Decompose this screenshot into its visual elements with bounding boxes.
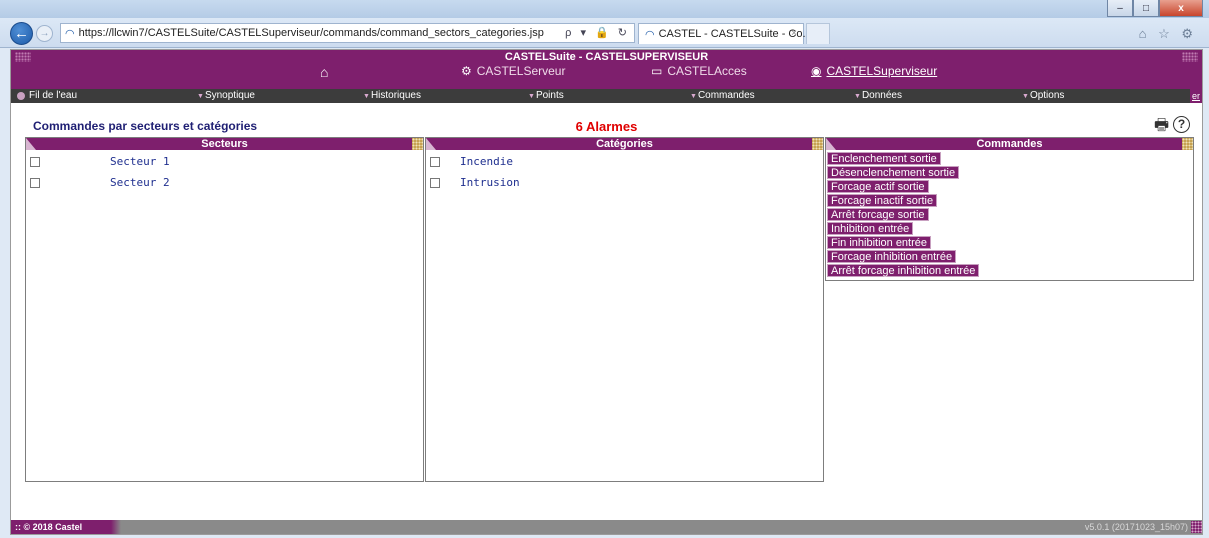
resize-grip-icon[interactable] xyxy=(1182,138,1193,150)
app-header: CASTELSuite - CASTELSUPERVISEUR ⌂ ⚙ CAST… xyxy=(11,50,1202,90)
panel-title: Catégories xyxy=(596,138,653,150)
module-bar: ⚙ CASTELServeur ▭ CASTELAcces ◉ CASTELSu… xyxy=(11,64,1202,80)
window-titlebar: – □ x xyxy=(0,0,1209,18)
menu-synoptique[interactable]: ▼Synoptique xyxy=(197,89,255,103)
categories-panel: Catégories Incendie Intrusion xyxy=(425,137,824,482)
eye-icon: ◉ xyxy=(811,64,822,78)
list-item[interactable]: Incendie xyxy=(426,155,823,169)
resize-grip-icon[interactable] xyxy=(412,138,423,150)
chevron-down-icon: ▼ xyxy=(1022,93,1029,100)
command-button[interactable]: Forcage actif sortie xyxy=(827,180,929,193)
chevron-down-icon: ▼ xyxy=(528,93,535,100)
chevron-down-icon: ▼ xyxy=(363,93,370,100)
chevron-down-icon: ▼ xyxy=(854,93,861,100)
tab-title: CASTEL - CASTELSuite - Co... xyxy=(658,28,812,40)
browser-navbar: ← → ◠ https://llcwin7/CASTELSuite/CASTEL… xyxy=(0,18,1209,48)
menu-historiques[interactable]: ▼Historiques xyxy=(363,89,421,103)
list-item[interactable]: Secteur 1 xyxy=(26,155,423,169)
new-tab-button[interactable] xyxy=(806,23,830,44)
browser-tab[interactable]: ◠ CASTEL - CASTELSuite - Co... × xyxy=(638,23,812,44)
sectors-panel-header: Secteurs xyxy=(26,138,423,150)
command-button[interactable]: Arrêt forcage inhibition entrée xyxy=(827,264,980,277)
command-button[interactable]: Fin inhibition entrée xyxy=(827,236,932,249)
arrow-left-icon: ← xyxy=(14,25,29,42)
sector-label[interactable]: Secteur 1 xyxy=(110,155,170,169)
command-button[interactable]: Forcage inactif sortie xyxy=(827,194,938,207)
menu-label: Historiques xyxy=(370,90,421,101)
commands-panel-header: Commandes xyxy=(826,138,1193,150)
categories-panel-header: Catégories xyxy=(426,138,823,150)
arrow-right-icon: → xyxy=(39,28,50,39)
page-title: Commandes par secteurs et catégories xyxy=(33,119,258,133)
module-label: CASTELSuperviseur xyxy=(826,64,938,78)
maximize-button[interactable]: □ xyxy=(1133,0,1159,17)
url-text[interactable]: https://llcwin7/CASTELSuite/CASTELSuperv… xyxy=(79,27,544,39)
gears-icon: ⚙ xyxy=(461,64,472,78)
forward-button[interactable]: → xyxy=(36,25,53,42)
list-item[interactable]: Intrusion xyxy=(426,176,823,190)
site-icon: ◠ xyxy=(65,27,75,40)
chevron-down-icon: ▼ xyxy=(197,93,204,100)
minimize-button[interactable]: – xyxy=(1107,0,1133,17)
module-castelsuperviseur[interactable]: ◉ CASTELSuperviseur xyxy=(811,64,937,78)
command-button[interactable]: Inhibition entrée xyxy=(827,222,914,235)
resize-grip-icon[interactable] xyxy=(812,138,823,150)
command-button[interactable]: Enclenchement sortie xyxy=(827,152,941,165)
command-button[interactable]: Arrêt forcage sortie xyxy=(827,208,929,221)
menu-label: Points xyxy=(535,90,564,101)
sectors-panel: Secteurs Secteur 1 Secteur 2 xyxy=(25,137,424,482)
close-button[interactable]: x xyxy=(1159,0,1203,17)
module-castelserveur[interactable]: ⚙ CASTELServeur xyxy=(461,64,565,78)
browser-toolbar-icons[interactable]: ⌂ ☆ ⚙ xyxy=(1139,26,1197,42)
menu-label: Données xyxy=(861,90,902,101)
module-castelacces[interactable]: ▭ CASTELAcces xyxy=(651,64,747,78)
panel-title: Commandes xyxy=(976,138,1043,150)
menu-end-link[interactable]: er xyxy=(1190,89,1202,103)
copyright-text: :: © 2018 Castel xyxy=(15,522,83,532)
card-reader-icon: ▭ xyxy=(651,64,663,78)
help-icon[interactable]: ? xyxy=(1173,116,1190,133)
tab-close-icon[interactable]: × xyxy=(791,28,797,39)
sector-label[interactable]: Secteur 2 xyxy=(110,176,170,190)
category-checkbox[interactable] xyxy=(430,178,440,188)
menu-fil-de-leau[interactable]: Fil de l'eau xyxy=(29,89,77,103)
category-label[interactable]: Incendie xyxy=(460,155,513,169)
version-text: v5.0.1 (20171023_15h07) xyxy=(1084,522,1188,532)
list-item[interactable]: Secteur 2 xyxy=(26,176,423,190)
address-bar[interactable]: ◠ https://llcwin7/CASTELSuite/CASTELSupe… xyxy=(60,23,635,43)
menu-points[interactable]: ▼Points xyxy=(528,89,564,103)
command-button[interactable]: Forcage inhibition entrée xyxy=(827,250,957,263)
category-checkbox[interactable] xyxy=(430,157,440,167)
module-label: CASTELAcces xyxy=(667,64,747,78)
footer-grip-icon xyxy=(1191,521,1202,533)
window-controls: – □ x xyxy=(1107,0,1203,17)
menu-indicator-icon xyxy=(17,92,25,100)
main-menu: Fil de l'eau ▼Synoptique ▼Historiques ▼P… xyxy=(11,89,1202,103)
menu-label: Options xyxy=(1029,90,1065,101)
panel-title: Secteurs xyxy=(201,138,248,150)
app-footer: :: © 2018 Castel v5.0.1 (20171023_15h07) xyxy=(11,520,1202,534)
menu-donnees[interactable]: ▼Données xyxy=(854,89,902,103)
menu-commandes[interactable]: ▼Commandes xyxy=(690,89,755,103)
command-button[interactable]: Désenclenchement sortie xyxy=(827,166,960,179)
module-label: CASTELServeur xyxy=(476,64,566,78)
sector-checkbox[interactable] xyxy=(30,157,40,167)
commands-panel: Commandes Enclenchement sortie Désenclen… xyxy=(825,137,1194,281)
tab-site-icon: ◠ xyxy=(645,28,655,41)
category-label[interactable]: Intrusion xyxy=(460,176,520,190)
alarms-indicator[interactable]: 6 Alarmes xyxy=(576,119,638,134)
app-frame: CASTELSuite - CASTELSUPERVISEUR ⌂ ⚙ CAST… xyxy=(10,49,1203,535)
sector-checkbox[interactable] xyxy=(30,178,40,188)
chevron-down-icon: ▼ xyxy=(690,93,697,100)
address-tools[interactable]: ρ ▾ 🔒 ↻ xyxy=(565,26,630,39)
menu-label: Synoptique xyxy=(204,90,255,101)
menu-options[interactable]: ▼Options xyxy=(1022,89,1064,103)
menu-label: Commandes xyxy=(697,90,755,101)
menu-label: Fil de l'eau xyxy=(29,90,78,101)
back-button[interactable]: ← xyxy=(10,22,33,45)
app-title: CASTELSuite - CASTELSUPERVISEUR xyxy=(504,51,709,63)
